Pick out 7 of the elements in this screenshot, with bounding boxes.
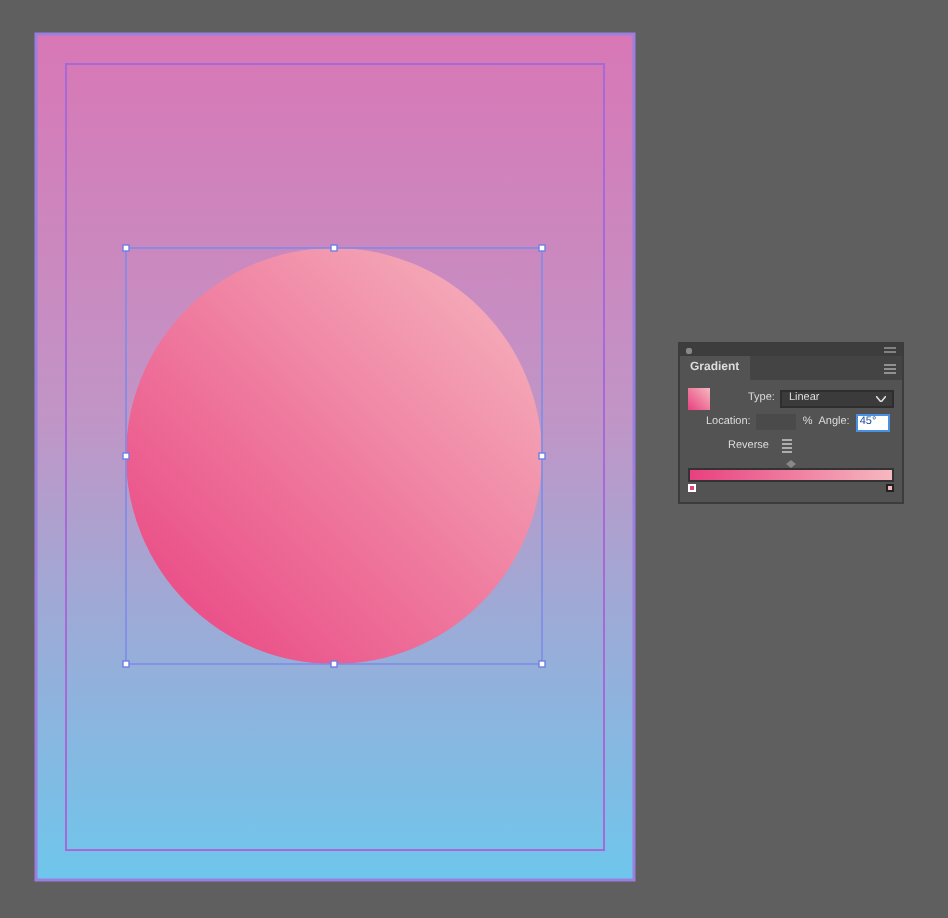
gradient-swatch xyxy=(688,387,710,409)
gradient-ramp[interactable] xyxy=(688,468,894,482)
collapse-icon[interactable] xyxy=(884,346,896,354)
caret-icon xyxy=(876,395,886,401)
reverse-icon[interactable] xyxy=(780,438,795,454)
color-stop[interactable] xyxy=(886,484,894,492)
menu-icon[interactable] xyxy=(884,363,896,373)
